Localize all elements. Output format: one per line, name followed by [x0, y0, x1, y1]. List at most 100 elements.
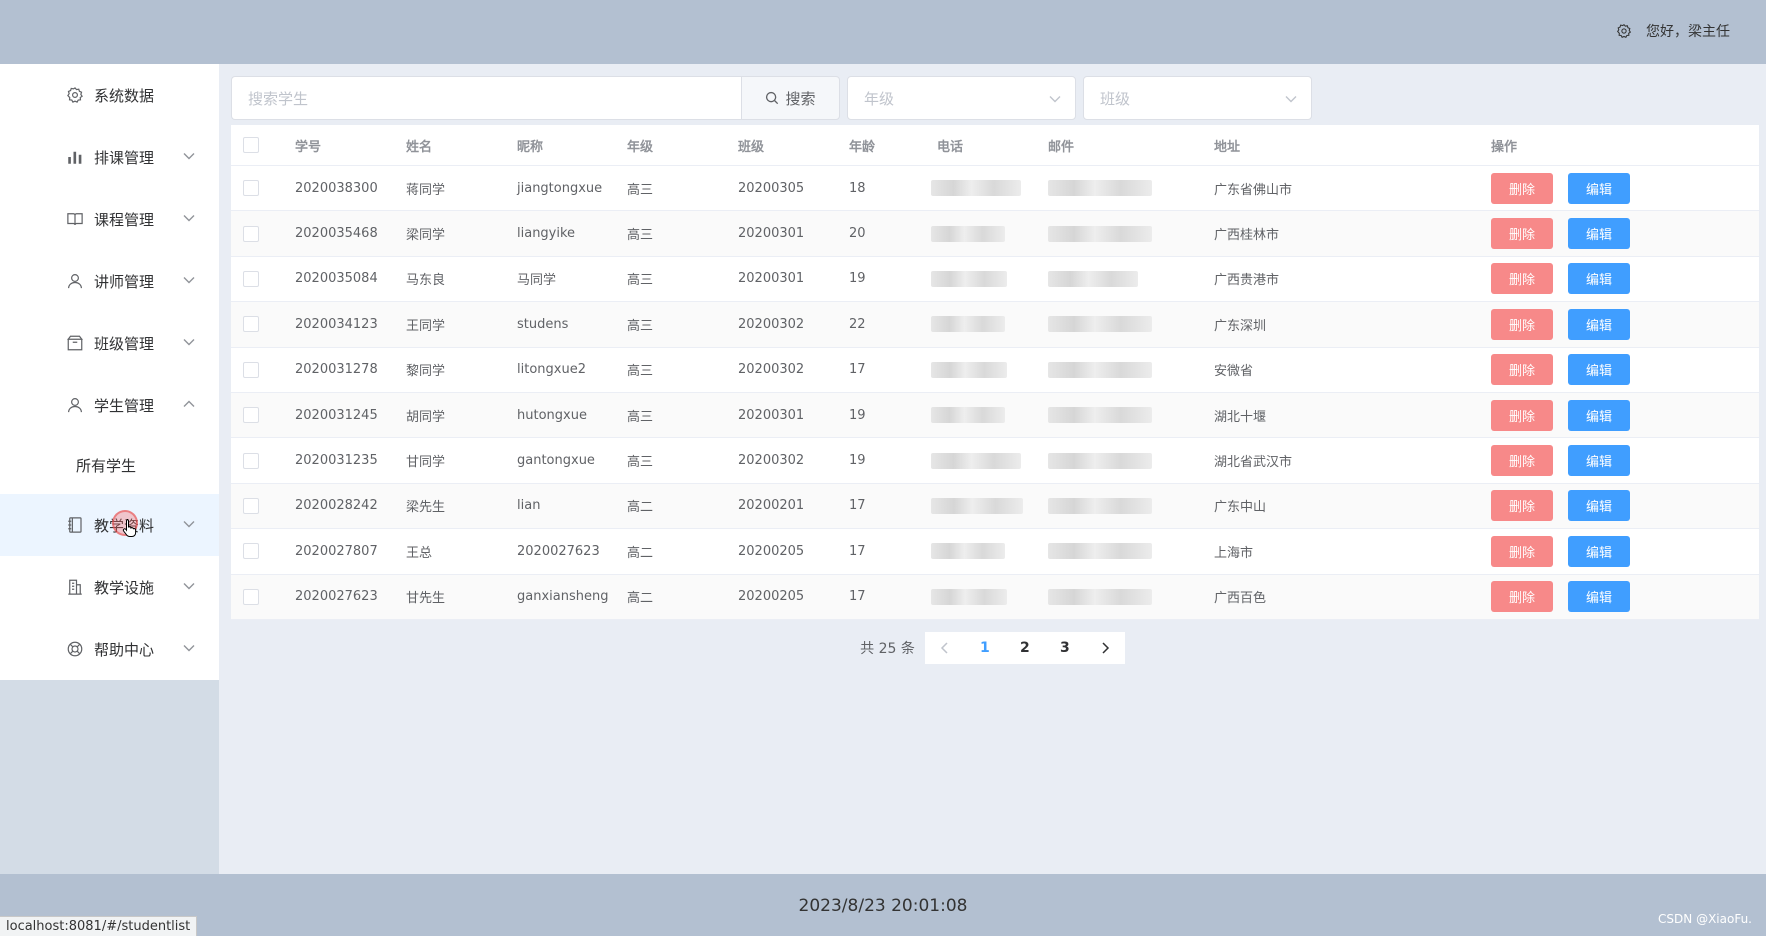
sidebar-item-classes[interactable]: 班级管理 — [0, 312, 219, 374]
chevron-down-icon — [183, 645, 195, 652]
search-button[interactable]: 搜索 — [741, 76, 840, 120]
table-row: 2020035468 梁同学 liangyike 高三 20200301 20 广西桂林市 删… — [231, 211, 1759, 257]
delete-button[interactable]: 删除 — [1491, 172, 1553, 204]
cell-grade: 高三 — [627, 182, 654, 198]
edit-button[interactable]: 编辑 — [1568, 354, 1630, 386]
prev-page-button[interactable] — [925, 632, 965, 664]
sidebar-item-facilities[interactable]: 教学设施 — [0, 556, 219, 618]
delete-button[interactable]: 删除 — [1491, 308, 1553, 340]
edit-button[interactable]: 编辑 — [1568, 218, 1630, 250]
cell-nickname: liangyike — [517, 226, 576, 242]
student-table: 学号 姓名 昵称 年级 班级 年龄 电话 邮件 地址 操作 2020038300… — [231, 125, 1759, 620]
table-row: 2020028242 梁先生 lian 高二 20200201 17 广东中山 删除 编辑 — [231, 483, 1759, 530]
cell-age: 20 — [849, 226, 866, 242]
cell-name: 王总 — [406, 545, 433, 561]
cell-name: 黎同学 — [406, 364, 446, 380]
gear-icon[interactable] — [1616, 23, 1632, 39]
cell-nickname: studens — [517, 316, 569, 332]
edit-button[interactable]: 编辑 — [1568, 308, 1630, 340]
edit-button[interactable]: 编辑 — [1568, 535, 1630, 567]
row-checkbox[interactable] — [243, 452, 259, 469]
edit-button[interactable]: 编辑 — [1568, 263, 1630, 295]
footer-datetime: 2023/8/23 20:01:08 — [798, 896, 968, 916]
delete-button[interactable]: 删除 — [1491, 354, 1553, 386]
submenu-item-all-students[interactable]: 所有学生 — [0, 436, 219, 494]
email-redacted — [1048, 180, 1152, 197]
edit-button[interactable]: 编辑 — [1568, 399, 1630, 431]
cell-nickname: gantongxue — [517, 453, 595, 469]
delete-button[interactable]: 删除 — [1491, 399, 1553, 431]
cell-id: 2020031245 — [295, 407, 378, 423]
sidebar-item-help-center[interactable]: 帮助中心 — [0, 618, 219, 680]
row-checkbox[interactable] — [243, 497, 259, 514]
edit-button[interactable]: 编辑 — [1568, 490, 1630, 522]
table-row: 2020034123 王同学 studens 高三 20200302 22 广东深圳 删除 编辑 — [231, 302, 1759, 348]
notebook-icon — [68, 517, 82, 533]
phone-redacted — [931, 588, 1007, 605]
row-checkbox[interactable] — [243, 361, 259, 378]
email-redacted — [1048, 588, 1152, 605]
cell-address: 湖北十堰 — [1214, 409, 1267, 425]
edit-button[interactable]: 编辑 — [1568, 581, 1630, 613]
grade-select[interactable]: 年级 — [847, 76, 1076, 120]
class-select[interactable]: 班级 — [1083, 76, 1312, 120]
sidebar-item-courses[interactable]: 课程管理 — [0, 188, 219, 250]
column-header: 昵称 — [517, 139, 544, 155]
sidebar-item-system-data[interactable]: 系统数据 — [0, 64, 219, 126]
cell-address: 广西贵港市 — [1214, 273, 1280, 289]
sidebar-item-students[interactable]: 学生管理 — [0, 374, 219, 436]
delete-button[interactable]: 删除 — [1491, 581, 1553, 613]
column-header: 邮件 — [1048, 139, 1075, 155]
column-header: 年龄 — [849, 139, 876, 155]
cell-age: 17 — [849, 543, 866, 559]
cell-grade: 高二 — [627, 545, 654, 561]
row-checkbox[interactable] — [243, 588, 259, 605]
phone-redacted — [931, 543, 1005, 560]
pagination-total: 共 25 条 — [860, 641, 915, 657]
row-checkbox[interactable] — [243, 316, 259, 333]
cell-address: 广东深圳 — [1214, 318, 1267, 334]
page-button-1[interactable]: 1 — [965, 632, 1005, 664]
edit-button[interactable]: 编辑 — [1568, 172, 1630, 204]
cell-age: 19 — [849, 407, 866, 423]
table-row: 2020038300 蒋同学 jiangtongxue 高三 20200305 18 广东省… — [231, 166, 1759, 212]
edit-button[interactable]: 编辑 — [1568, 445, 1630, 477]
search-input[interactable]: 搜索学生 — [231, 76, 741, 120]
next-page-button[interactable] — [1085, 632, 1125, 664]
row-checkbox[interactable] — [243, 225, 259, 242]
cell-address: 安微省 — [1214, 364, 1254, 380]
row-checkbox[interactable] — [243, 180, 259, 197]
table-row: 2020031278 黎同学 litongxue2 高三 20200302 17 安微省 删除… — [231, 348, 1759, 393]
cell-age: 19 — [849, 453, 866, 469]
delete-button[interactable]: 删除 — [1491, 490, 1553, 522]
delete-button[interactable]: 删除 — [1491, 263, 1553, 295]
cell-class: 20200201 — [738, 498, 805, 514]
box-icon — [67, 335, 83, 351]
delete-button[interactable]: 删除 — [1491, 535, 1553, 567]
delete-button[interactable]: 删除 — [1491, 445, 1553, 477]
table-row: 2020031245 胡同学 hutongxue 高三 20200301 19 湖北十堰 删除… — [231, 392, 1759, 439]
browser-status-bar: localhost:8081/#/studentlist — [0, 916, 198, 936]
sidebar-item-scheduling[interactable]: 排课管理 — [0, 126, 219, 188]
row-checkbox[interactable] — [243, 407, 259, 424]
cell-name: 蒋同学 — [406, 182, 446, 198]
cell-nickname: lian — [517, 498, 541, 514]
sidebar-item-teachers[interactable]: 讲师管理 — [0, 250, 219, 312]
cell-grade: 高三 — [627, 273, 654, 289]
chevron-down-icon — [183, 215, 195, 222]
column-header: 电话 — [937, 139, 964, 155]
chevron-down-icon — [1285, 96, 1297, 103]
table-row: 2020027807 王总 2020027623 高二 20200205 17 上海市 删除编… — [231, 529, 1759, 575]
select-all-checkbox[interactable] — [243, 137, 259, 153]
cell-class: 20200205 — [738, 589, 805, 605]
cell-name: 甘先生 — [406, 591, 446, 607]
delete-button[interactable]: 删除 — [1491, 218, 1553, 250]
sidebar-item-teaching-materials[interactable]: 教学资料 — [0, 494, 219, 556]
email-redacted — [1048, 543, 1152, 560]
cell-age: 17 — [849, 498, 866, 514]
cell-address: 湖北省武汉市 — [1214, 455, 1293, 471]
row-checkbox[interactable] — [243, 270, 259, 287]
page-button-2[interactable]: 2 — [1005, 632, 1045, 664]
row-checkbox[interactable] — [243, 543, 259, 560]
page-button-3[interactable]: 3 — [1045, 632, 1085, 664]
